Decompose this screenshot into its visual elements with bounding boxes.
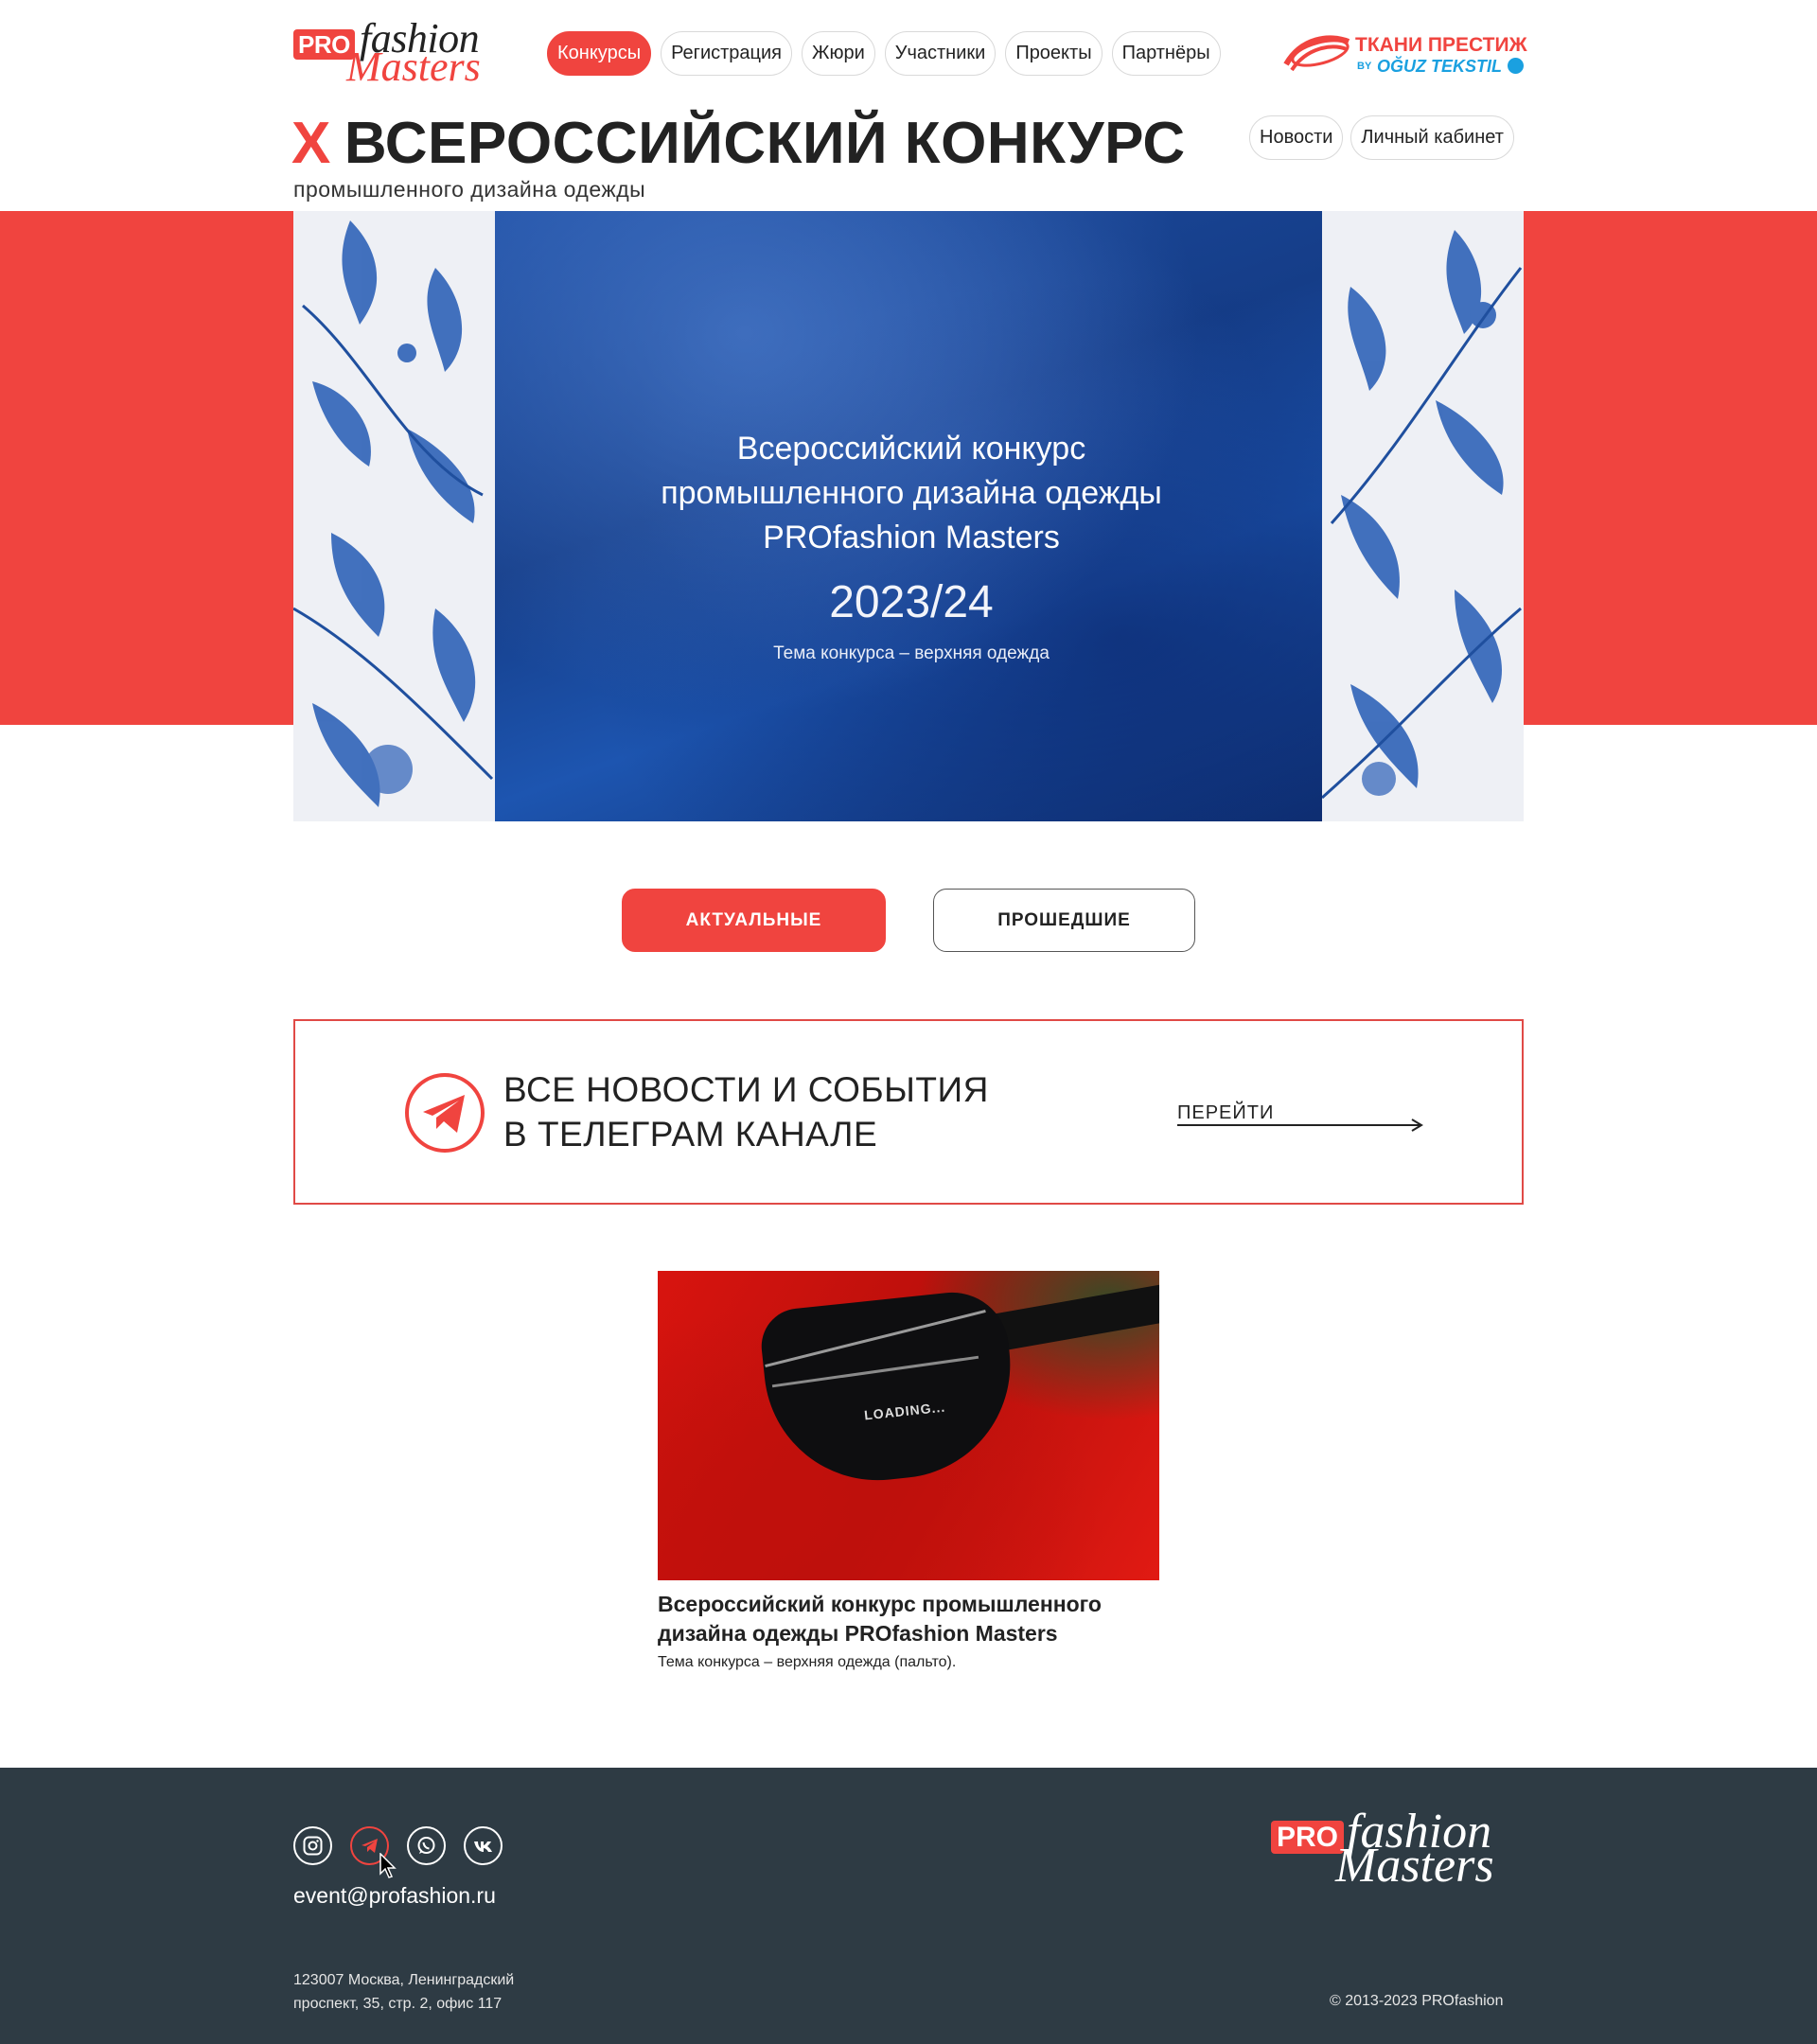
telegram-banner[interactable]: ВСЕ НОВОСТИ И СОБЫТИЯ В ТЕЛЕГРАМ КАНАЛЕ … <box>293 1019 1524 1205</box>
title-numeral: X <box>291 111 331 176</box>
vk-icon[interactable] <box>464 1826 503 1865</box>
bag-image <box>757 1286 1022 1492</box>
partner-logo[interactable]: ТКАНИ ПРЕСТИЖ BY OĞUZ TEKSTIL <box>1282 28 1527 80</box>
news-card-image[interactable]: LOADING... <box>658 1271 1159 1580</box>
hero-line3: PROfashion Masters <box>763 520 1060 555</box>
vk-glyph <box>474 1841 492 1852</box>
hero-theme: Тема конкурса – верхняя одежда <box>773 643 1050 663</box>
site-logo[interactable]: PRO fashion Masters <box>293 17 502 89</box>
page-title: X ВСЕРОССИЙСКИЙ КОНКУРС <box>291 110 1186 178</box>
hero-line2: промышленного дизайна одежды <box>661 475 1162 511</box>
hero-year: 2023/24 <box>829 577 994 627</box>
footer-address: 123007 Москва, Ленинградский проспект, 3… <box>293 1968 514 2016</box>
footer-address-line2: проспект, 35, стр. 2, офис 117 <box>293 1996 503 2012</box>
nav-item-projects[interactable]: Проекты <box>1005 31 1103 76</box>
floral-pattern-right <box>1321 230 1523 800</box>
floral-pattern-left <box>293 220 494 807</box>
hero-heading: Всероссийский конкурс промышленного диза… <box>495 427 1328 560</box>
main-nav: Конкурсы Регистрация Жюри Участники Прое… <box>547 31 1221 76</box>
news-card-title[interactable]: Всероссийский конкурс промышленного диза… <box>658 1590 1169 1648</box>
nav-item-registration[interactable]: Регистрация <box>661 31 792 76</box>
telegram-icon <box>405 1073 485 1153</box>
telegram-line2: В ТЕЛЕГРАМ КАНАЛЕ <box>503 1115 878 1154</box>
nav-item-news[interactable]: Новости <box>1249 115 1344 160</box>
footer-address-line1: 123007 Москва, Ленинградский <box>293 1972 515 1988</box>
news-card-text: Тема конкурса – верхняя одежда (пальто). <box>658 1654 957 1670</box>
instagram-icon[interactable] <box>293 1826 332 1865</box>
telegram-glyph <box>362 1839 378 1853</box>
arrow-right-icon <box>1177 1119 1423 1132</box>
hero-banner: Всероссийский конкурс промышленного диза… <box>293 211 1524 821</box>
footer-logo-masters: Masters <box>1335 1839 1494 1893</box>
footer-copyright: © 2013-2023 PROfashion <box>1330 1993 1504 2009</box>
footer: PRO fashion Masters <box>0 1768 1817 2044</box>
nav-item-participants[interactable]: Участники <box>884 31 997 76</box>
mouse-cursor-icon <box>379 1853 397 1878</box>
logo-masters: Masters <box>346 44 481 90</box>
partner-by: BY <box>1357 61 1372 72</box>
footer-email[interactable]: event@profashion.ru <box>293 1883 496 1909</box>
hero-line1: Всероссийский конкурс <box>736 431 1086 467</box>
nav-item-partners[interactable]: Партнёры <box>1111 31 1221 76</box>
page-subtitle: промышленного дизайна одежды <box>293 177 646 202</box>
title-text: ВСЕРОССИЙСКИЙ КОНКУРС <box>344 111 1186 176</box>
nav-item-jury[interactable]: Жюри <box>802 31 875 76</box>
telegram-banner-title: ВСЕ НОВОСТИ И СОБЫТИЯ В ТЕЛЕГРАМ КАНАЛЕ <box>503 1067 989 1156</box>
whatsapp-glyph <box>417 1837 435 1854</box>
partner-name: ТКАНИ ПРЕСТИЖ <box>1355 34 1527 56</box>
partner-mark-icon <box>1508 58 1524 74</box>
telegram-line1: ВСЕ НОВОСТИ И СОБЫТИЯ <box>503 1070 989 1109</box>
nav-item-contests[interactable]: Конкурсы <box>547 31 652 76</box>
tab-current-contests[interactable]: АКТУАЛЬНЫЕ <box>622 889 886 952</box>
hero-floral-right <box>1321 211 1524 821</box>
partner-swoosh-icon <box>1283 35 1350 72</box>
instagram-glyph <box>303 1836 323 1856</box>
footer-logo[interactable]: PRO fashion Masters <box>1271 1806 1526 1893</box>
footer-logo-pro: PRO <box>1271 1821 1345 1854</box>
nav-item-account[interactable]: Личный кабинет <box>1350 115 1514 160</box>
hero-floral-left <box>293 211 495 821</box>
secondary-nav: Новости Личный кабинет <box>1249 115 1514 160</box>
partner-brand: OĞUZ TEKSTIL <box>1377 57 1502 76</box>
news-card-title-line2: дизайна одежды PROfashion Masters <box>658 1621 1058 1646</box>
tab-past-contests[interactable]: ПРОШЕДШИЕ <box>933 889 1195 952</box>
news-card-title-line1: Всероссийский конкурс промышленного <box>658 1592 1102 1616</box>
whatsapp-icon[interactable] <box>407 1826 446 1865</box>
